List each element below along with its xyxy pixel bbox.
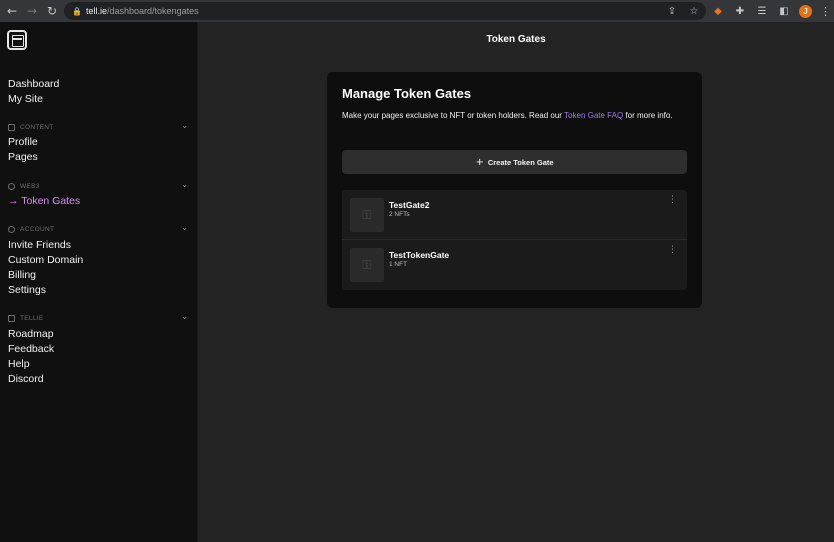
- create-token-gate-button[interactable]: + Create Token Gate: [342, 150, 687, 174]
- sidebar-item-roadmap[interactable]: Roadmap: [8, 328, 54, 340]
- sidebar-item-custom-domain[interactable]: Custom Domain: [8, 254, 83, 266]
- kebab-menu-icon[interactable]: ⋮: [668, 246, 677, 255]
- sidebar-item-dashboard[interactable]: Dashboard: [8, 78, 59, 90]
- address-bar[interactable]: 🔒 tell.ie/dashboard/tokengates ⇪ ☆: [64, 2, 706, 20]
- description-text-end: for more info.: [623, 111, 673, 120]
- logo-icon[interactable]: [7, 30, 27, 50]
- gate-count: 2 NFTs: [389, 211, 410, 218]
- sidebar: Dashboard My Site CONTENT ⌄ Profile Page…: [0, 22, 198, 542]
- reload-icon[interactable]: ↻: [44, 3, 60, 19]
- forward-icon[interactable]: →: [24, 3, 40, 19]
- browser-toolbar: ← → ↻ 🔒 tell.ie/dashboard/tokengates ⇪ ☆…: [0, 0, 834, 22]
- star-icon[interactable]: ☆: [688, 4, 700, 18]
- section-content-header[interactable]: CONTENT ⌄: [8, 121, 188, 132]
- lock-icon[interactable]: 🔒: [72, 6, 82, 16]
- side-panel-icon[interactable]: ◧: [777, 3, 791, 19]
- section-title: TELLIE: [20, 314, 44, 322]
- sidebar-item-pages[interactable]: Pages: [8, 151, 38, 163]
- token-gate-thumbnail-icon: ⚿: [350, 248, 384, 282]
- gear-icon: [8, 225, 15, 233]
- card-description: Make your pages exclusive to NFT or toke…: [342, 110, 687, 123]
- token-gate-thumbnail-icon: ⚿: [350, 198, 384, 232]
- token-gates-card: Manage Token Gates Make your pages exclu…: [327, 72, 702, 308]
- kebab-menu-icon[interactable]: ⋮: [668, 196, 677, 205]
- section-title: WEB3: [20, 182, 40, 190]
- fox-extension-icon[interactable]: ◆: [711, 3, 725, 19]
- chevron-down-icon[interactable]: ⌄: [181, 312, 188, 321]
- token-gate-list: ⚿ TestGate2 2 NFTs ⋮ ⚿ TestTokenGate 1 N…: [342, 190, 687, 290]
- tellie-icon: [8, 314, 15, 322]
- section-account-header[interactable]: ACCOUNT ⌄: [8, 223, 188, 234]
- section-title: ACCOUNT: [20, 225, 55, 233]
- token-gate-faq-link[interactable]: Token Gate FAQ: [564, 111, 623, 120]
- sidebar-item-help[interactable]: Help: [8, 358, 30, 370]
- card-heading: Manage Token Gates: [342, 86, 472, 101]
- url-path: /dashboard/tokengates: [107, 6, 199, 16]
- section-title: CONTENT: [20, 123, 54, 131]
- content-icon: [8, 123, 15, 131]
- sidebar-item-token-gates[interactable]: → Token Gates: [8, 195, 80, 207]
- back-icon[interactable]: ←: [4, 3, 20, 19]
- sidebar-item-feedback[interactable]: Feedback: [8, 343, 54, 355]
- page-title: Token Gates: [486, 34, 546, 45]
- gate-name: TestGate2: [389, 200, 430, 210]
- chevron-down-icon[interactable]: ⌄: [181, 223, 188, 232]
- sidebar-item-discord[interactable]: Discord: [8, 373, 44, 385]
- gate-name: TestTokenGate: [389, 250, 450, 260]
- sidebar-item-my-site[interactable]: My Site: [8, 93, 43, 105]
- sidebar-item-profile[interactable]: Profile: [8, 136, 38, 148]
- gate-count: 1 NFT: [389, 261, 408, 268]
- section-tellie-header[interactable]: TELLIE ⌄: [8, 312, 188, 323]
- avatar[interactable]: J: [799, 4, 812, 18]
- chevron-down-icon[interactable]: ⌄: [181, 121, 188, 130]
- share-icon[interactable]: ⇪: [666, 4, 678, 18]
- list-item[interactable]: ⚿ TestTokenGate 1 NFT ⋮: [342, 240, 687, 290]
- section-web3-header[interactable]: WEB3 ⌄: [8, 180, 188, 191]
- list-item[interactable]: ⚿ TestGate2 2 NFTs ⋮: [342, 190, 687, 240]
- chevron-down-icon[interactable]: ⌄: [181, 180, 188, 189]
- description-text: Make your pages exclusive to NFT or toke…: [342, 111, 565, 120]
- plus-icon: +: [475, 156, 484, 168]
- puzzle-icon[interactable]: ✚: [733, 3, 747, 19]
- web3-icon: [8, 182, 15, 190]
- create-button-label: Create Token Gate: [487, 157, 554, 167]
- kebab-menu-icon[interactable]: ⋮: [820, 5, 831, 18]
- sidebar-item-billing[interactable]: Billing: [8, 269, 36, 281]
- url-host: tell.ie: [86, 6, 108, 16]
- sidebar-item-invite-friends[interactable]: Invite Friends: [8, 239, 71, 251]
- reading-list-icon[interactable]: ☰: [755, 3, 769, 19]
- sidebar-item-settings[interactable]: Settings: [8, 284, 46, 296]
- url-text: tell.ie/dashboard/tokengates: [86, 6, 199, 16]
